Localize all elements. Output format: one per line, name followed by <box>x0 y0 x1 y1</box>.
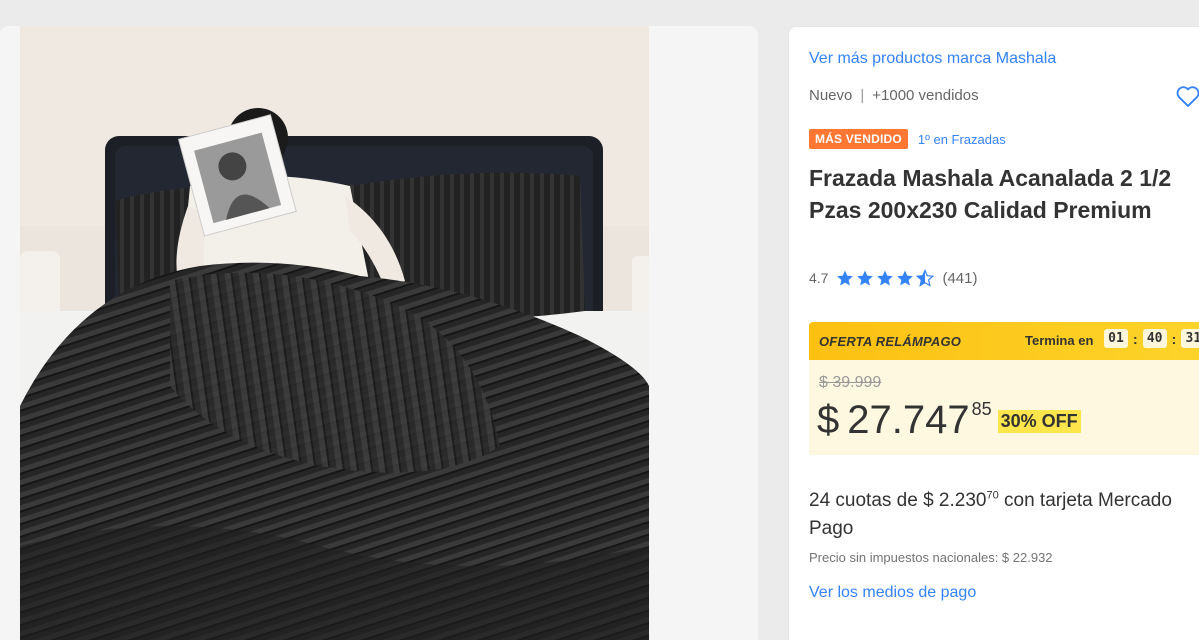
product-image[interactable] <box>20 26 649 640</box>
ends-in-label: Termina en <box>1025 333 1094 348</box>
timer-hours: 01 <box>1104 329 1128 348</box>
flash-deal-label: OFERTA RELÁMPAGO <box>819 333 962 349</box>
original-price: $ 39.999 <box>819 374 882 391</box>
price-integer: 27.747 <box>847 398 970 442</box>
timer-colon: : <box>1133 330 1138 347</box>
favorite-heart-icon[interactable] <box>1174 82 1199 110</box>
badge-row: MÁS VENDIDO 1º en Frazadas <box>809 129 1006 149</box>
category-rank-link[interactable]: 1º en Frazadas <box>918 132 1006 147</box>
flash-deal-banner: OFERTA RELÁMPAGO Termina en 01 : 40 : 31 <box>809 322 1199 360</box>
sold-count: +1000 vendidos <box>872 87 979 104</box>
installments-cents: 70 <box>986 489 999 502</box>
timer-minutes: 40 <box>1142 329 1167 348</box>
star-full-icon <box>856 269 874 287</box>
review-count: (441) <box>942 269 978 287</box>
timer-seconds: 31 <box>1181 329 1199 348</box>
star-full-icon <box>836 269 854 287</box>
discount-badge: 30% OFF <box>997 410 1081 433</box>
separator: | <box>860 87 865 104</box>
condition-text: Nuevo <box>809 87 853 104</box>
star-full-icon <box>876 269 894 287</box>
installments-text: 24 cuotas de $ 2.23070 con tarjeta Merca… <box>809 487 1199 543</box>
payment-methods-link[interactable]: Ver los medios de pago <box>809 584 976 602</box>
brand-link[interactable]: Ver más productos marca Mashala <box>809 50 1056 68</box>
current-price: $ 27.747 85 30% OFF <box>817 396 1081 444</box>
product-title: Frazada Mashala Acanalada 2 1/2 Pzas 200… <box>809 165 1172 223</box>
condition-row: Nuevo | +1000 vendidos <box>809 87 979 104</box>
gallery-card <box>0 26 758 640</box>
star-full-icon <box>896 269 914 287</box>
best-seller-badge: MÁS VENDIDO <box>809 129 908 149</box>
price-cents: 85 <box>971 399 992 419</box>
currency-symbol: $ <box>817 398 840 442</box>
timer-colon: : <box>1171 330 1177 347</box>
product-page: Ver más productos marca Mashala Nuevo | +1… <box>0 0 1199 640</box>
star-half-icon <box>916 269 935 287</box>
rating-value: 4.7 <box>809 270 829 286</box>
tax-note: Precio sin impuestos nacionales: $ 22.93… <box>809 550 1053 565</box>
product-info-panel: Ver más productos marca Mashala Nuevo | +1… <box>788 26 1199 640</box>
rating-row[interactable]: 4.7 (441) <box>809 269 978 287</box>
price-box: $ 39.999 $ 27.747 85 30% OFF <box>809 360 1199 455</box>
rating-stars <box>836 269 935 287</box>
countdown-timer: 01 : 40 : 31 <box>1104 329 1199 348</box>
installments-main: 24 cuotas de $ 2.230 <box>809 490 987 511</box>
